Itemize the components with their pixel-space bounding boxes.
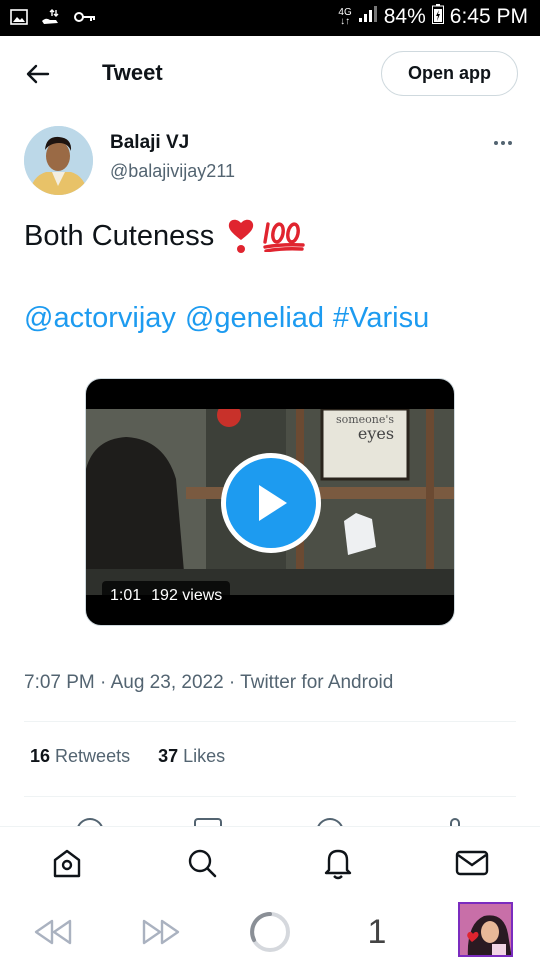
sign-text: eyes xyxy=(358,424,394,443)
share-icon[interactable] xyxy=(450,818,460,826)
author-handle[interactable]: @balajivijay211 xyxy=(110,161,235,182)
likes-count: 37 xyxy=(158,746,179,766)
home-icon xyxy=(53,849,81,878)
battery-icon xyxy=(431,4,444,30)
page-title: Tweet xyxy=(102,60,163,85)
retweets-label: Retweets xyxy=(55,746,131,766)
tweet-mentions: @actorvijay @geneliad #Varisu xyxy=(24,302,429,335)
more-dot xyxy=(501,141,505,145)
clock: 6:45 PM xyxy=(449,5,528,28)
nav-notifications[interactable] xyxy=(320,845,356,881)
mention-actorvijay[interactable]: @actorvijay xyxy=(24,302,176,335)
more-dot xyxy=(508,141,512,145)
loading-spinner-icon xyxy=(250,912,290,952)
play-icon xyxy=(259,485,287,521)
network-type: 4G ↓↑ xyxy=(338,7,352,27)
divider xyxy=(24,721,516,722)
tweet-body: Both Cuteness xyxy=(24,219,215,252)
gallery-icon xyxy=(10,9,28,30)
retweets-stat[interactable]: 16 Retweets xyxy=(30,746,130,767)
open-app-button[interactable]: Open app xyxy=(381,51,518,96)
more-dot xyxy=(494,141,498,145)
arrow-left-icon xyxy=(26,64,50,84)
tab-switcher-button[interactable]: 1 xyxy=(362,910,392,954)
avatar[interactable] xyxy=(24,126,93,195)
nav-search[interactable] xyxy=(184,845,220,881)
tweet-text: Both Cuteness xyxy=(24,218,306,254)
nav-home[interactable] xyxy=(49,845,85,881)
video-duration: 1:01 xyxy=(110,587,142,604)
tweet-stats: 16 Retweets 37 Likes xyxy=(30,746,225,767)
mention-geneliad[interactable]: @geneliad xyxy=(185,302,324,335)
retweets-count: 16 xyxy=(30,746,51,766)
profile-thumbnail[interactable] xyxy=(458,902,513,957)
bell-icon xyxy=(324,849,352,880)
tab-count: 1 xyxy=(367,912,387,951)
nav-messages[interactable] xyxy=(454,845,490,881)
bottom-nav xyxy=(0,826,540,902)
browser-reload-button[interactable] xyxy=(248,910,292,954)
header: Tweet Open app xyxy=(0,36,540,112)
signal-icon xyxy=(358,5,378,29)
retweet-icon[interactable] xyxy=(194,818,222,826)
back-button[interactable] xyxy=(22,58,54,90)
video-views: 192 views xyxy=(151,587,223,604)
fast-forward-icon xyxy=(142,919,180,945)
thumbnail-image xyxy=(460,904,511,955)
battery-percent: 84% xyxy=(383,5,426,28)
network-label: 4G xyxy=(338,7,352,18)
status-bar: 4G ↓↑ 84% 6:45 PM xyxy=(0,0,540,36)
reply-icon[interactable] xyxy=(76,818,104,826)
search-icon xyxy=(188,849,217,878)
browser-back-button[interactable] xyxy=(33,910,73,954)
divider xyxy=(24,796,516,797)
hundred-points-icon xyxy=(262,220,306,252)
video-player[interactable]: someone's eyes 1:01 192 views xyxy=(85,378,455,626)
like-icon[interactable] xyxy=(316,818,344,826)
browser-forward-button[interactable] xyxy=(141,910,181,954)
tweet-timestamp[interactable]: 7:07 PM · Aug 23, 2022 · Twitter for And… xyxy=(24,672,393,694)
hashtag-varisu[interactable]: #Varisu xyxy=(333,302,429,335)
more-options-button[interactable] xyxy=(488,132,518,154)
key-icon xyxy=(74,10,96,29)
video-info-badge: 1:01 192 views xyxy=(102,581,231,611)
likes-stat[interactable]: 37 Likes xyxy=(158,746,225,767)
rewind-icon xyxy=(34,919,72,945)
author-name[interactable]: Balaji VJ xyxy=(110,132,189,154)
play-button[interactable] xyxy=(221,453,321,553)
browser-bar: 1 xyxy=(0,902,540,960)
data-transfer-icon xyxy=(40,8,62,31)
heart-exclamation-icon xyxy=(228,218,254,254)
tweet-actions xyxy=(0,812,540,826)
mail-icon xyxy=(455,850,489,876)
likes-label: Likes xyxy=(183,746,226,766)
